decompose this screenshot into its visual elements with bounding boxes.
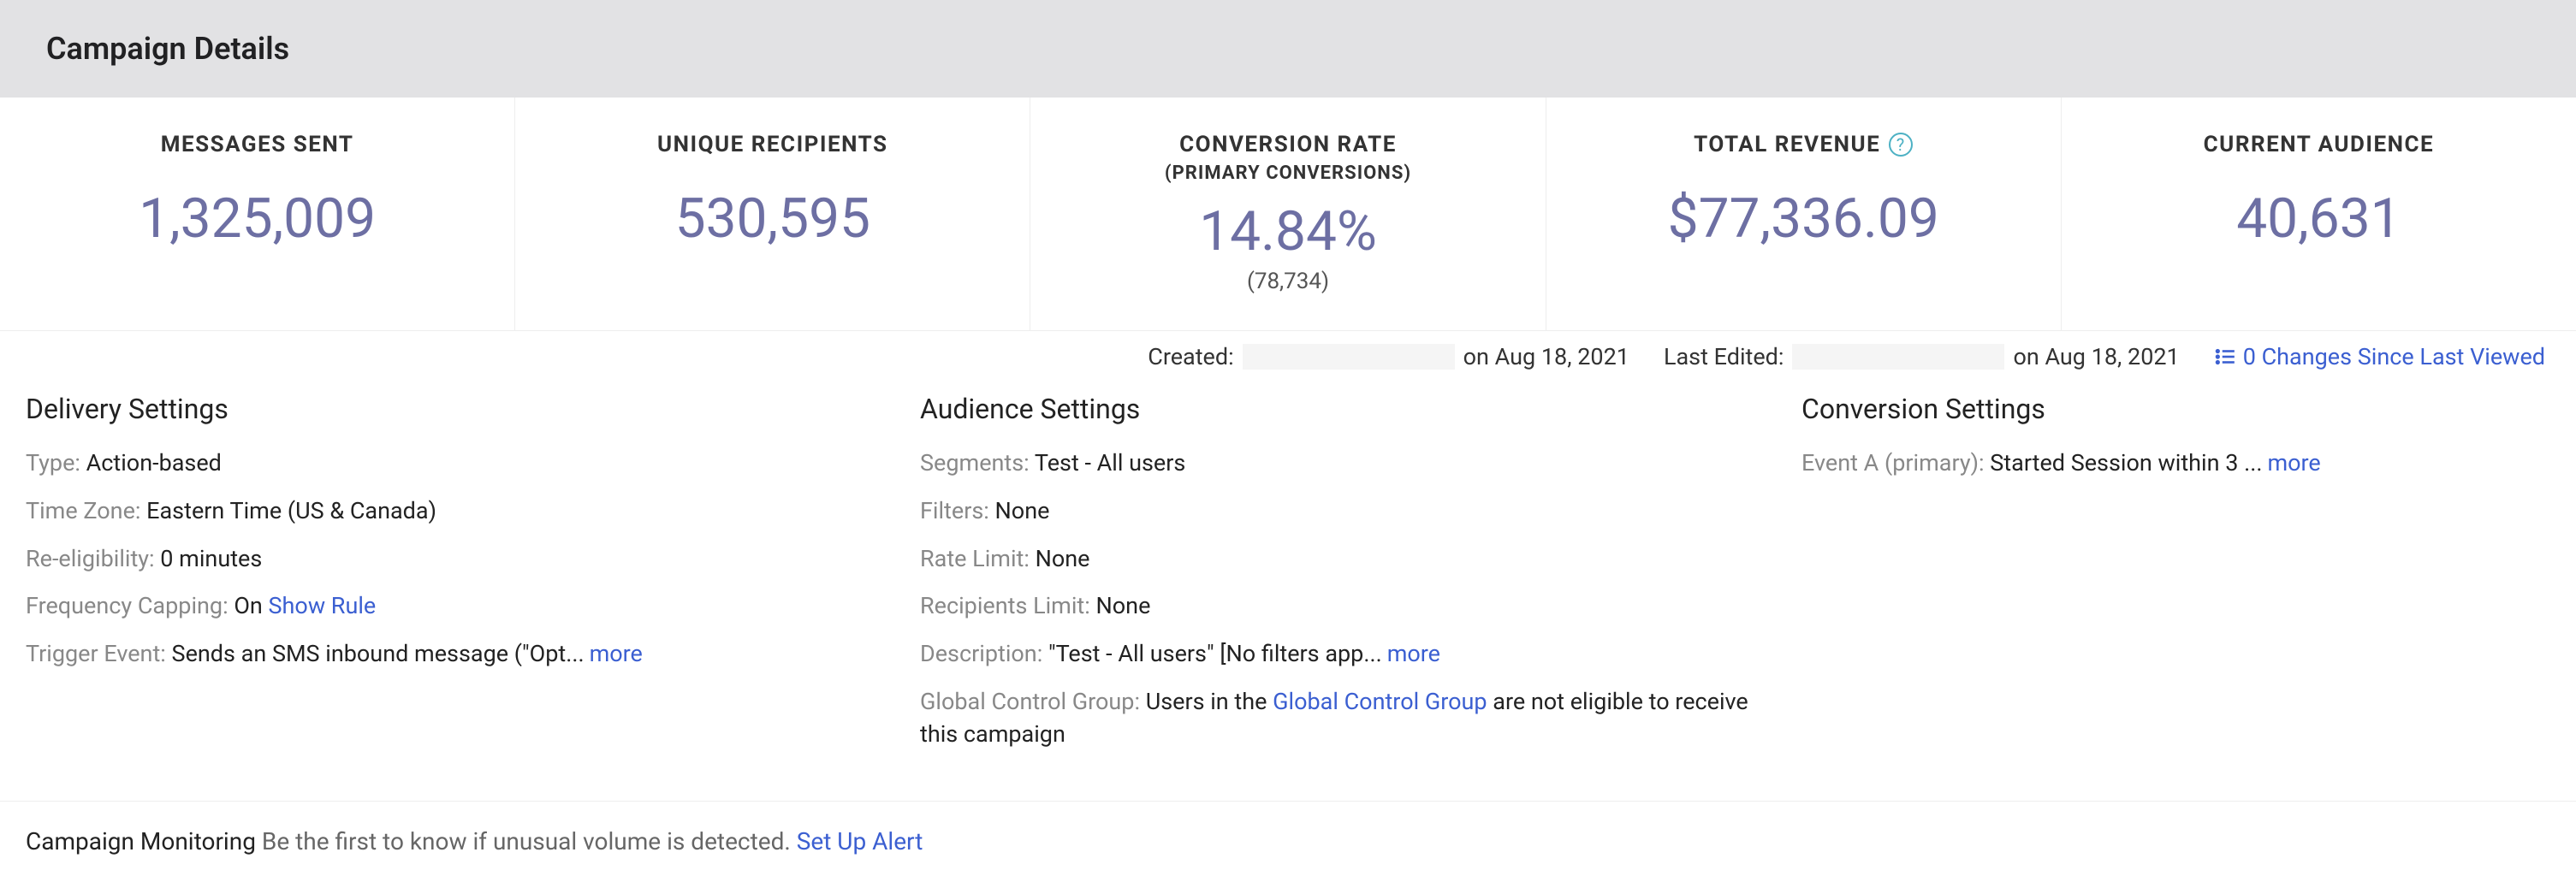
audience-segments: Segments: Test - All users [920,447,1784,480]
audience-settings: Audience Settings Segments: Test - All u… [920,393,1784,766]
monitoring-text: Be the first to know if unusual volume i… [262,827,797,855]
created-date: on Aug 18, 2021 [1463,343,1629,370]
delivery-reeligibility: Re-eligibility: 0 minutes [26,543,903,576]
stat-label: MESSAGES SENT [17,132,497,157]
stat-unique-recipients: UNIQUE RECIPIENTS 530,595 [515,98,1030,330]
audience-description: Description: "Test - All users" [No filt… [920,638,1784,671]
meta-created: Created: on Aug 18, 2021 [1148,343,1629,370]
stat-value: 14.84% [1048,199,1528,263]
stat-messages-sent: MESSAGES SENT 1,325,009 [0,98,515,330]
stat-conversion-rate: CONVERSION RATE (PRIMARY CONVERSIONS) 14… [1030,98,1546,330]
page-header: Campaign Details [0,0,2576,98]
stat-label: CURRENT AUDIENCE [2079,132,2559,157]
audience-global-control-group: Global Control Group: Users in the Globa… [920,686,1784,751]
delivery-settings: Delivery Settings Type: Action-based Tim… [26,393,903,766]
meta-last-edited: Last Edited: on Aug 18, 2021 [1664,343,2180,370]
audience-heading: Audience Settings [920,393,1784,425]
stat-label: TOTAL REVENUE ? [1564,132,2044,157]
event-more-link[interactable]: more [2267,449,2320,476]
monitoring-title: Campaign Monitoring [26,827,262,855]
stat-value: 530,595 [532,186,1012,251]
campaign-monitoring-row: Campaign Monitoring Be the first to know… [0,802,2576,876]
stat-value: $77,336.09 [1564,186,2044,251]
audience-recipients-limit: Recipients Limit: None [920,590,1784,623]
stat-value: 1,325,009 [17,186,497,251]
delivery-heading: Delivery Settings [26,393,903,425]
edited-label: Last Edited: [1664,343,1784,370]
changes-since-viewed-link[interactable]: 0 Changes Since Last Viewed [2214,343,2545,370]
created-label: Created: [1148,343,1233,370]
global-control-group-link[interactable]: Global Control Group [1273,688,1487,715]
set-up-alert-link[interactable]: Set Up Alert [797,827,923,855]
stat-total-revenue: TOTAL REVENUE ? $77,336.09 [1546,98,2062,330]
trigger-more-link[interactable]: more [590,640,643,667]
settings-row: Delivery Settings Type: Action-based Tim… [0,382,2576,801]
audience-rate-limit: Rate Limit: None [920,543,1784,576]
delivery-type: Type: Action-based [26,447,903,480]
list-icon [2214,346,2236,368]
conversion-settings: Conversion Settings Event A (primary): S… [1801,393,2550,766]
stat-subvalue: (78,734) [1048,269,1528,294]
stats-row: MESSAGES SENT 1,325,009 UNIQUE RECIPIENT… [0,98,2576,331]
page-title: Campaign Details [46,31,2550,67]
delivery-trigger-event: Trigger Event: Sends an SMS inbound mess… [26,638,903,671]
show-rule-link[interactable]: Show Rule [269,592,377,619]
edited-date: on Aug 18, 2021 [2013,343,2179,370]
conversion-event-a: Event A (primary): Started Session withi… [1801,447,2550,480]
help-icon[interactable]: ? [1889,133,1913,157]
audience-filters: Filters: None [920,495,1784,528]
created-blank [1243,344,1455,370]
stat-current-audience: CURRENT AUDIENCE 40,631 [2062,98,2576,330]
stat-value: 40,631 [2079,186,2559,251]
stat-label-text: TOTAL REVENUE [1694,132,1880,157]
edited-blank [1792,344,2004,370]
description-more-link[interactable]: more [1387,640,1440,667]
stat-label: UNIQUE RECIPIENTS [532,132,1012,157]
delivery-frequency-capping: Frequency Capping: On Show Rule [26,590,903,623]
meta-row: Created: on Aug 18, 2021 Last Edited: on… [0,331,2576,382]
delivery-timezone: Time Zone: Eastern Time (US & Canada) [26,495,903,528]
stat-label: CONVERSION RATE [1048,132,1528,157]
conversion-heading: Conversion Settings [1801,393,2550,425]
stat-sublabel: (PRIMARY CONVERSIONS) [1048,163,1528,184]
changes-link-text: 0 Changes Since Last Viewed [2243,343,2545,370]
